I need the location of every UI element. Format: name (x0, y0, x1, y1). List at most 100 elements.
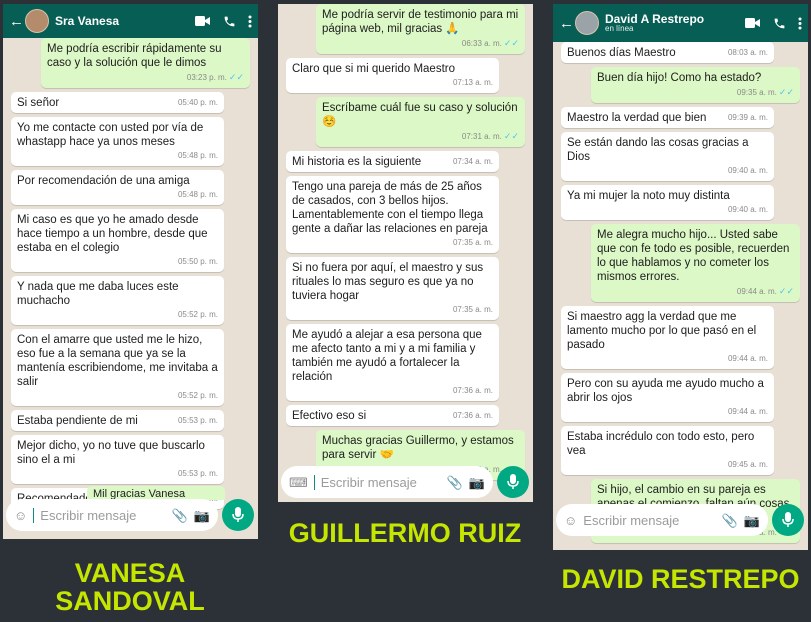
message-bubble-incoming[interactable]: Claro que si mi querido Maestro 07:13 a. … (286, 58, 499, 93)
message-bubble-incoming[interactable]: Estaba incrédulo con todo esto, pero vea… (561, 426, 774, 475)
video-call-icon[interactable] (195, 15, 211, 27)
message-bubble-incoming[interactable]: Y nada que me daba luces este muchacho 05… (11, 276, 224, 325)
message-time: 08:03 a. m. (727, 48, 768, 57)
mic-button[interactable] (222, 499, 254, 531)
message-bubble-incoming[interactable]: Por recomendación de una amiga 05:48 p. m… (11, 170, 224, 205)
message-bubble-partial: Mil gracias Vanesa (87, 486, 225, 500)
message-bubble-outgoing[interactable]: Escríbame cuál fue su caso y solución ☺️… (316, 97, 525, 147)
message-text: Buenos días Maestro (567, 47, 676, 59)
message-text: Me alegra mucho hijo... Usted sabe que c… (597, 229, 790, 283)
message-text: Yo me contacte con usted por vía de whas… (17, 122, 204, 148)
message-time: 09:39 a. m. (727, 113, 768, 122)
message-input[interactable]: ☺ Escribir mensaje 📎 📷 (6, 499, 218, 531)
phone-icon[interactable] (223, 15, 236, 28)
message-time: 07:34 a. m. (452, 157, 493, 166)
camera-icon[interactable]: 📷 (744, 514, 760, 527)
message-text: Me ayudó a alejar a esa persona que me a… (292, 329, 482, 383)
mic-button[interactable] (772, 504, 804, 536)
message-input[interactable]: ⌨ Escribir mensaje 📎 📷 (281, 466, 493, 498)
camera-icon[interactable]: 📷 (194, 509, 210, 522)
message-time: 07:35 a. m. (452, 238, 493, 247)
message-text: Por recomendación de una amiga (17, 175, 190, 187)
avatar[interactable] (25, 9, 49, 33)
message-list: Buenos días Maestro 08:03 a. m. Buen día h… (553, 42, 808, 547)
camera-icon[interactable]: 📷 (469, 476, 485, 489)
read-receipt-icon: ✓✓ (503, 38, 519, 48)
message-bubble-incoming[interactable]: Mi caso es que yo he amado desde hace ti… (11, 209, 224, 272)
message-bubble-incoming[interactable]: Me ayudó a alejar a esa persona que me a… (286, 324, 499, 401)
message-time: 09:40 a. m. (727, 166, 768, 175)
more-vert-icon[interactable] (798, 17, 802, 30)
phone-icon[interactable] (773, 17, 786, 30)
message-bubble-incoming[interactable]: Si no fuera por aquí, el maestro y sus r… (286, 257, 499, 320)
message-bubble-incoming[interactable]: Si señor 05:40 p. m. (11, 92, 224, 113)
message-text: Tengo una pareja de más de 25 años de ca… (292, 181, 488, 235)
message-time: 07:36 a. m. (452, 411, 493, 420)
message-bubble-incoming[interactable]: Mejor dicho, yo no tuve que buscarlo sin… (11, 435, 224, 484)
message-bubble-incoming[interactable]: Tengo una pareja de más de 25 años de ca… (286, 176, 499, 253)
message-text: Ya mi mujer la noto muy distinta (567, 190, 730, 202)
message-text: Escríbame cuál fue su caso y solución ☺️ (322, 102, 518, 128)
message-bubble-incoming[interactable]: Estaba pendiente de mi 05:53 p. m. (11, 410, 224, 431)
message-time: 09:44 a. m. (736, 287, 777, 296)
message-input-placeholder: Escribir mensaje (320, 474, 417, 490)
keyboard-icon[interactable]: ⌨ (289, 476, 308, 489)
message-text: Efectivo eso si (292, 410, 367, 422)
message-text: Maestro la verdad que bien (567, 112, 707, 124)
message-bubble-incoming[interactable]: Ya mi mujer la noto muy distinta 09:40 a.… (561, 185, 774, 220)
attach-icon[interactable]: 📎 (447, 476, 463, 489)
message-text: Estaba pendiente de mi (17, 415, 138, 427)
message-time: 09:44 a. m. (727, 354, 768, 363)
mic-icon (232, 507, 244, 522)
mic-icon (782, 512, 794, 527)
mic-icon (507, 474, 519, 489)
mic-button[interactable] (497, 466, 529, 498)
attach-icon[interactable]: 📎 (172, 509, 188, 522)
message-bubble-incoming[interactable]: Maestro la verdad que bien 09:39 a. m. (561, 107, 774, 128)
contact-name[interactable]: Sra Vanesa (55, 15, 195, 28)
message-bubble-incoming[interactable]: Si maestro agg la verdad que me lamento … (561, 306, 774, 369)
chat-header: ← Sra Vanesa (3, 4, 258, 38)
emoji-icon[interactable]: ☺ (14, 509, 27, 522)
caption-guillermo: GUILLERMO RUIZ (288, 518, 522, 548)
message-text: Si no fuera por aquí, el maestro y sus r… (292, 262, 484, 302)
message-input[interactable]: ☺ Escribir mensaje 📎 📷 (556, 504, 768, 536)
message-time: 07:13 a. m. (452, 78, 493, 87)
message-time: 07:35 a. m. (452, 305, 493, 314)
message-bubble-outgoing[interactable]: Buen día hijo! Como ha estado? 09:35 a. m… (591, 67, 800, 103)
message-time: 09:44 a. m. (727, 407, 768, 416)
avatar[interactable] (575, 11, 599, 35)
back-arrow-icon[interactable]: ← (559, 15, 574, 32)
message-bubble-incoming[interactable]: Pero con su ayuda me ayudo mucho a abrir… (561, 373, 774, 422)
caption-david: DAVID RESTREPO (561, 564, 800, 594)
read-receipt-icon: ✓✓ (228, 72, 244, 82)
more-vert-icon[interactable] (248, 15, 252, 28)
message-bubble-outgoing[interactable]: Me podría escribir rápidamente su caso y… (41, 38, 250, 88)
message-list: Me podría escribir rápidamente su caso y… (3, 38, 258, 513)
message-time: 09:45 a. m. (727, 460, 768, 469)
message-bubble-incoming[interactable]: Se están dando las cosas gracias a Dios 0… (561, 132, 774, 181)
contact-status: en línea (605, 24, 634, 34)
message-time: 07:36 a. m. (452, 386, 493, 395)
chat-header: ← David A Restrepo en línea (553, 4, 808, 42)
message-bubble-outgoing[interactable]: Me alegra mucho hijo... Usted sabe que c… (591, 224, 800, 302)
message-input-placeholder: Escribir mensaje (40, 507, 137, 523)
attach-icon[interactable]: 📎 (722, 514, 738, 527)
message-text: Si maestro agg la verdad que me lamento … (567, 311, 757, 351)
message-text: Estaba incrédulo con todo esto, pero vea (567, 431, 755, 457)
message-bubble-outgoing[interactable]: Me podría servir de testimonio para mi p… (316, 4, 525, 54)
message-bubble-incoming[interactable]: Buenos días Maestro 08:03 a. m. (561, 42, 774, 63)
message-bubble-incoming[interactable]: Efectivo eso si 07:36 a. m. (286, 405, 499, 426)
message-bubble-incoming[interactable]: Con el amarre que usted me le hizo, eso … (11, 329, 224, 406)
video-call-icon[interactable] (745, 17, 761, 29)
message-time: 05:53 p. m. (177, 469, 218, 478)
message-bubble-incoming[interactable]: Mi historia es la siguiente 07:34 a. m. (286, 151, 499, 172)
message-bubble-incoming[interactable]: Yo me contacte con usted por vía de whas… (11, 117, 224, 166)
emoji-icon[interactable]: ☺ (564, 514, 577, 527)
message-text: Si señor (17, 97, 60, 109)
back-arrow-icon[interactable]: ← (9, 13, 24, 30)
message-time: 05:53 p. m. (177, 416, 218, 425)
read-receipt-icon: ✓✓ (778, 286, 794, 296)
message-text: Con el amarre que usted me le hizo, eso … (17, 334, 218, 388)
caption-vanesa: VANESA SANDOVAL (55, 558, 205, 617)
